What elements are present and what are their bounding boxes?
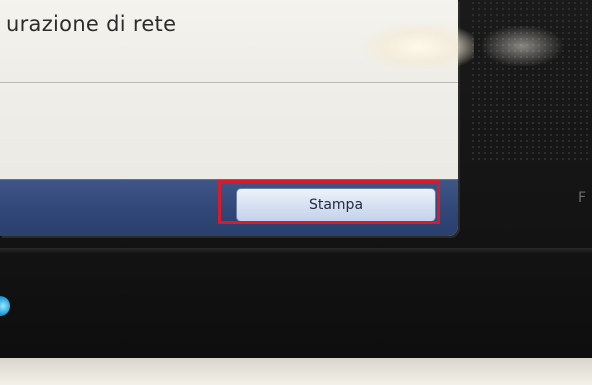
glare-reflection-secondary bbox=[482, 26, 562, 66]
bezel-lip bbox=[0, 248, 592, 254]
desk-surface bbox=[0, 358, 592, 385]
speaker-grille bbox=[470, 0, 592, 160]
bezel-side-glyph: F bbox=[578, 190, 587, 206]
print-button[interactable]: Stampa bbox=[236, 188, 436, 222]
glare-reflection bbox=[364, 24, 474, 70]
screen-content-area bbox=[0, 83, 458, 179]
power-led-icon bbox=[0, 296, 10, 316]
screen-title: urazione di rete bbox=[6, 12, 177, 36]
